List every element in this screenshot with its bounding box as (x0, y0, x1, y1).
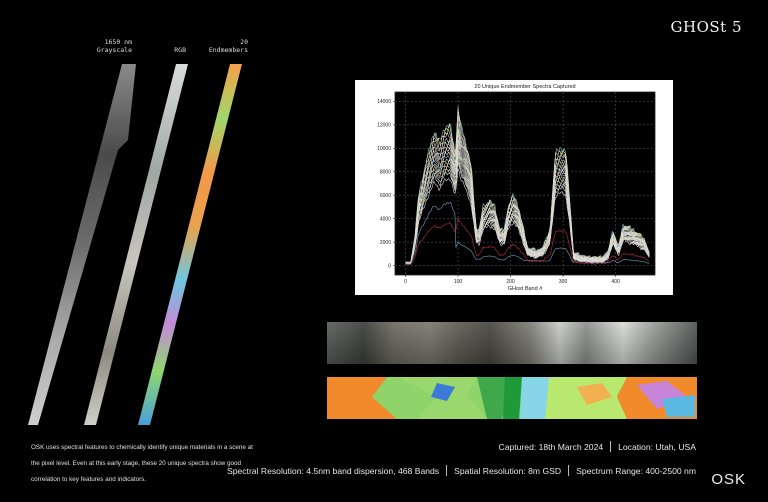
x-axis-label: GHost Band # (508, 286, 543, 292)
x-tick-label: 200 (506, 279, 515, 285)
spectra-chart: 0 100 200 300 400020004000600080001000012000… (377, 84, 656, 292)
x-tick-label: 100 (454, 279, 463, 285)
x-tick-label: 0 (404, 279, 407, 285)
rgb-strip (84, 64, 188, 425)
separator (446, 465, 448, 476)
spatial-resolution: Spatial Resolution: 8m GSD (454, 466, 562, 476)
x-tick-label: 300 (559, 279, 568, 285)
spectrum-range: Spectrum Range: 400-2500 nm (576, 466, 696, 476)
y-tick-label: 4000 (380, 216, 391, 222)
image-strips (28, 64, 242, 425)
y-tick-label: 0 (388, 263, 391, 269)
specs-info: Spectral Resolution: 4.5nm band dispersi… (227, 465, 696, 476)
endmember-scene-image (327, 377, 697, 419)
grayscale-strip (28, 64, 136, 425)
capture-info: Captured: 18th March 2024 Location: Utah,… (498, 441, 696, 452)
spectral-resolution: Spectral Resolution: 4.5nm band dispersi… (226, 466, 440, 476)
endmember-classification-map (327, 377, 697, 419)
y-tick-label: 8000 (380, 169, 391, 175)
separator (568, 465, 570, 476)
captured-date: Captured: 18th March 2024 (498, 442, 604, 452)
location-text: Location: Utah, USA (618, 442, 696, 452)
description-text: OSK uses spectral features to chemically… (31, 444, 253, 483)
endmember-strip (138, 64, 242, 425)
y-tick-label: 6000 (380, 193, 391, 199)
x-tick-label: 400 (611, 279, 620, 285)
y-tick-label: 14000 (377, 99, 391, 105)
osk-logo: OSK (711, 471, 746, 488)
brand-title: GHOSt 5 (670, 18, 742, 36)
y-tick-label: 10000 (377, 146, 391, 152)
y-tick-label: 12000 (377, 123, 391, 129)
chart-title: 20 Unique Endmember Spectra Captured (474, 84, 575, 90)
rgb-scene-image (327, 322, 697, 364)
spectra-chart-panel: 0 100 200 300 400 0 2000 4000 6000 8000 10000 12000… (355, 80, 673, 295)
y-tick-label: 2000 (380, 240, 391, 246)
separator (610, 441, 612, 452)
